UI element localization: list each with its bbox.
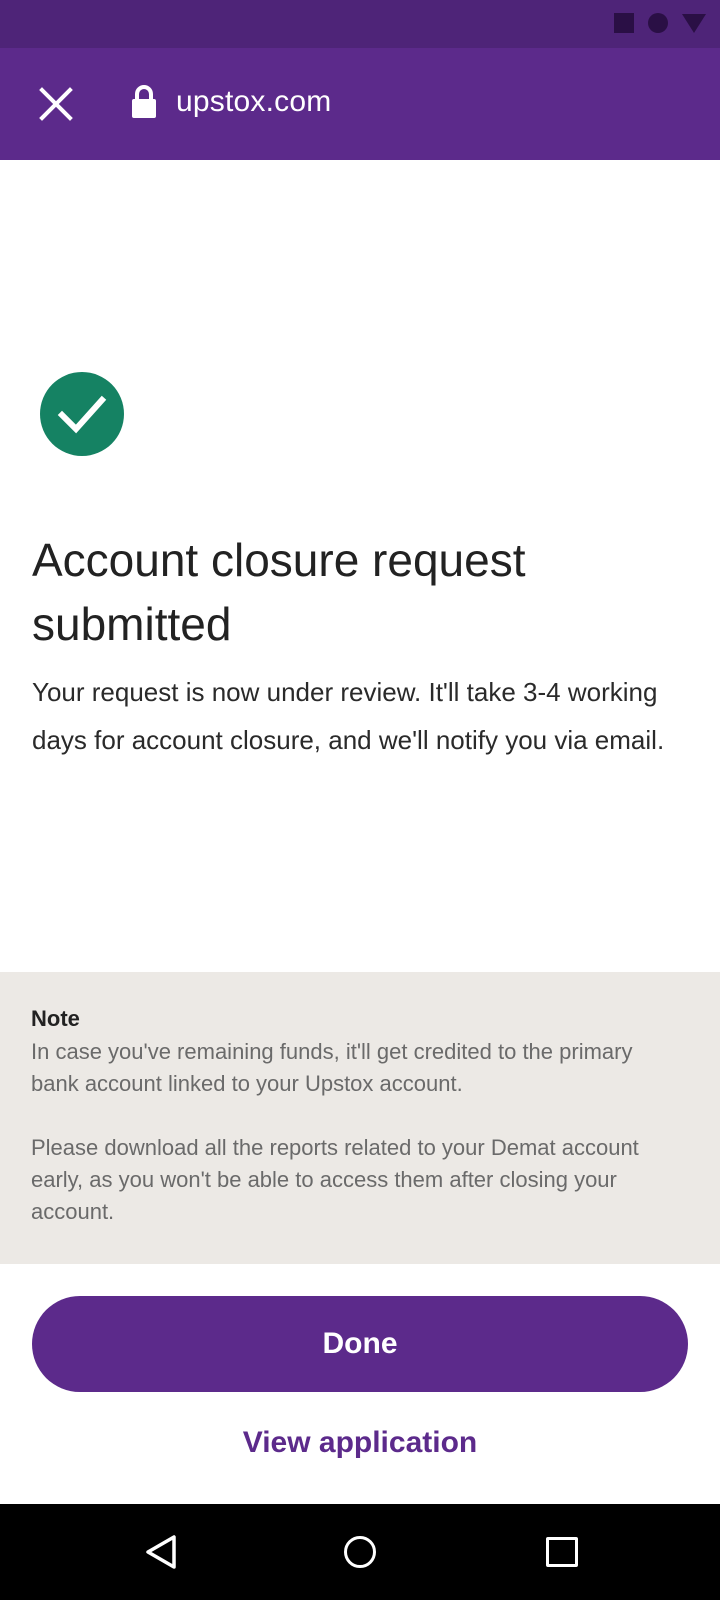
note-reports-text: Please download all the reports related … [31,1135,639,1224]
square-icon [614,13,634,33]
page-title: Account closure request submitted [32,534,526,650]
view-application-link[interactable]: View application [0,1426,720,1460]
check-circle-icon [40,372,124,456]
close-icon [39,87,73,121]
checkmark-icon [57,395,107,434]
system-nav-bar [0,1504,720,1600]
close-button[interactable] [36,84,76,124]
recents-icon[interactable] [546,1537,578,1567]
status-icons [614,13,706,33]
note-panel: Note In case you've remaining funds, it'… [0,972,720,1264]
done-button[interactable]: Done [32,1296,688,1392]
circle-icon [648,13,668,33]
note-funds-text: In case you've remaining funds, it'll ge… [31,1039,633,1096]
back-icon[interactable] [144,1534,178,1570]
browser-toolbar: upstox.com [0,48,720,160]
lock-icon [132,85,156,118]
note-heading: Note [31,1006,80,1031]
home-icon[interactable] [344,1536,376,1568]
status-bar [0,0,720,48]
triangle-icon [682,13,706,33]
url-text[interactable]: upstox.com [176,85,331,119]
confirmation-description: Your request is now under review. It'll … [32,677,665,755]
